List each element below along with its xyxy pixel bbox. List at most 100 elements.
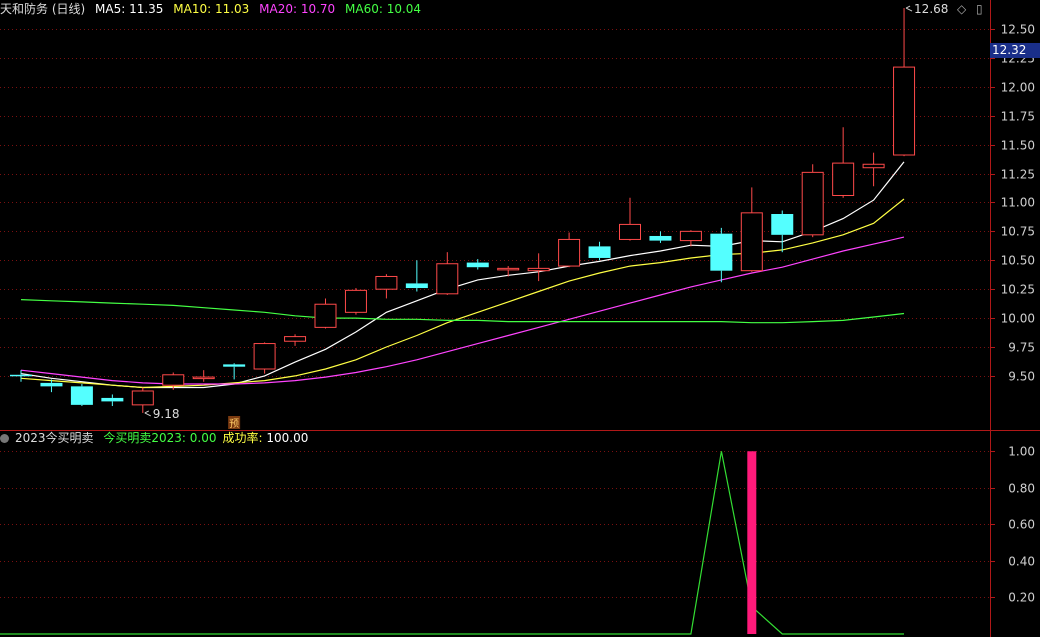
candle-body-down <box>40 382 63 387</box>
candle-body-down <box>70 386 93 405</box>
menu-icon[interactable]: ▯ <box>976 2 983 16</box>
ma5-label: MA5: 11.35 <box>95 2 164 16</box>
indicator-tick-label: 0.20 <box>1008 591 1035 605</box>
y-tick-label: 11.75 <box>1001 110 1035 124</box>
candle-body-down <box>588 246 611 258</box>
candle-body-up <box>314 303 337 328</box>
candle-body-up <box>284 336 307 342</box>
indicator-header: 2023今买明卖 今买明卖2023: 0.00 成功率: 100.00 <box>0 430 314 446</box>
candle-body-up <box>862 163 885 169</box>
candle-body-up <box>131 390 154 406</box>
candle[interactable] <box>101 394 124 407</box>
indicator-value-label: 今买明卖2023: 0.00 <box>103 431 217 445</box>
indicator-tick-label: 0.60 <box>1008 518 1035 532</box>
indicator-name[interactable]: 2023今买明卖 <box>15 431 94 445</box>
candle[interactable] <box>344 288 367 315</box>
candle[interactable] <box>192 370 215 382</box>
indicator-tick-label: 0.80 <box>1008 482 1035 496</box>
candle-body-down <box>649 235 672 241</box>
indicator-tick-label: 1.00 <box>1008 445 1035 459</box>
candle[interactable] <box>710 227 733 283</box>
y-tick-label: 9.50 <box>1008 370 1035 384</box>
candle-body-up <box>436 263 459 295</box>
ma20-label: MA20: 10.70 <box>259 2 336 16</box>
candle-body-up <box>344 289 367 313</box>
y-tick-label: 11.25 <box>1001 168 1035 182</box>
candle[interactable] <box>466 259 489 270</box>
y-tick-label: 11.50 <box>1001 139 1035 153</box>
candle[interactable] <box>10 370 32 382</box>
candle-body-down <box>466 262 489 268</box>
ma10-label: MA10: 11.03 <box>173 2 250 16</box>
indicator-tick-label: 0.40 <box>1008 555 1035 569</box>
y-tick-label: 11.00 <box>1001 196 1035 210</box>
candle[interactable] <box>679 230 702 247</box>
main-chart-header: 天和防务 (日线) MA5: 11.35 MA10: 11.03 MA20: 1… <box>0 1 427 17</box>
candle-body-up <box>497 267 520 271</box>
diamond-icon[interactable]: ◇ <box>957 2 966 16</box>
candle[interactable] <box>801 164 824 238</box>
candle[interactable] <box>771 210 794 253</box>
ma60-label: MA60: 10.04 <box>345 2 422 16</box>
price-annotation: 12.68 <box>914 2 948 16</box>
candle[interactable] <box>131 387 154 413</box>
candle-body-down <box>710 233 733 271</box>
annotation-arrow <box>905 5 913 12</box>
ma-line-ma20 <box>20 236 905 385</box>
candle[interactable] <box>284 334 307 346</box>
candle-body-up <box>375 275 398 290</box>
candle-body-up <box>253 343 276 370</box>
candle-body-up <box>801 171 824 236</box>
y-tick-label: 10.00 <box>1001 312 1035 326</box>
y-tick-label: 12.00 <box>1001 81 1035 95</box>
y-tick-label: 10.50 <box>1001 254 1035 268</box>
candle-body-up <box>162 374 185 386</box>
candle[interactable] <box>70 384 93 407</box>
signal-bar <box>747 451 757 634</box>
candle-body-up <box>832 162 855 196</box>
success-rate-label: 成功率: <box>222 431 267 445</box>
candle[interactable] <box>862 152 885 187</box>
candle-body-up <box>558 238 581 267</box>
success-rate-value: 100.00 <box>266 431 309 445</box>
candle-body-up <box>527 267 550 272</box>
candle-body-up <box>679 230 702 242</box>
candle-body-down <box>101 397 124 402</box>
candle[interactable] <box>588 241 611 261</box>
candle[interactable] <box>740 187 763 272</box>
candle-body-up <box>740 212 763 272</box>
ma-line-ma5 <box>20 161 905 389</box>
candle[interactable] <box>649 231 672 243</box>
current-price-tag: 12.32 <box>990 43 1040 58</box>
candle-body-down <box>223 364 246 367</box>
candle[interactable] <box>405 260 428 292</box>
indicator-options-icon[interactable] <box>0 434 9 443</box>
y-tick-label: 10.75 <box>1001 225 1035 239</box>
y-tick-label: 9.75 <box>1008 341 1035 355</box>
price-annotation: 9.18 <box>153 407 180 421</box>
candle[interactable] <box>832 127 855 198</box>
candle-body-down <box>405 283 428 289</box>
stock-title: 天和防务 (日线) <box>0 2 86 16</box>
candle-body-up <box>619 223 641 240</box>
candle-body-up <box>893 66 916 156</box>
kline-chart[interactable]: 9.50 9.75 10.00 10.25 10.50 10.75 11.00 11.25 11… <box>0 0 1040 637</box>
candle[interactable] <box>314 298 337 329</box>
candle[interactable] <box>253 342 276 374</box>
candle-body-down <box>771 214 794 235</box>
indicator-line <box>0 451 904 635</box>
candle-body-up <box>192 376 215 380</box>
annotation-arrow <box>144 410 152 417</box>
candle-body-down <box>10 374 32 377</box>
ma-line-ma60 <box>20 299 905 324</box>
candle[interactable] <box>527 253 550 282</box>
candle[interactable] <box>893 8 916 157</box>
y-tick-label: 10.25 <box>1001 283 1035 297</box>
y-tick-label: 12.50 <box>1001 23 1035 37</box>
candle[interactable] <box>619 197 641 241</box>
candle[interactable] <box>223 363 246 380</box>
candle[interactable] <box>375 274 398 299</box>
candle[interactable] <box>436 252 459 295</box>
forecast-marker-label: 预 <box>229 418 239 430</box>
candle[interactable] <box>558 232 581 268</box>
